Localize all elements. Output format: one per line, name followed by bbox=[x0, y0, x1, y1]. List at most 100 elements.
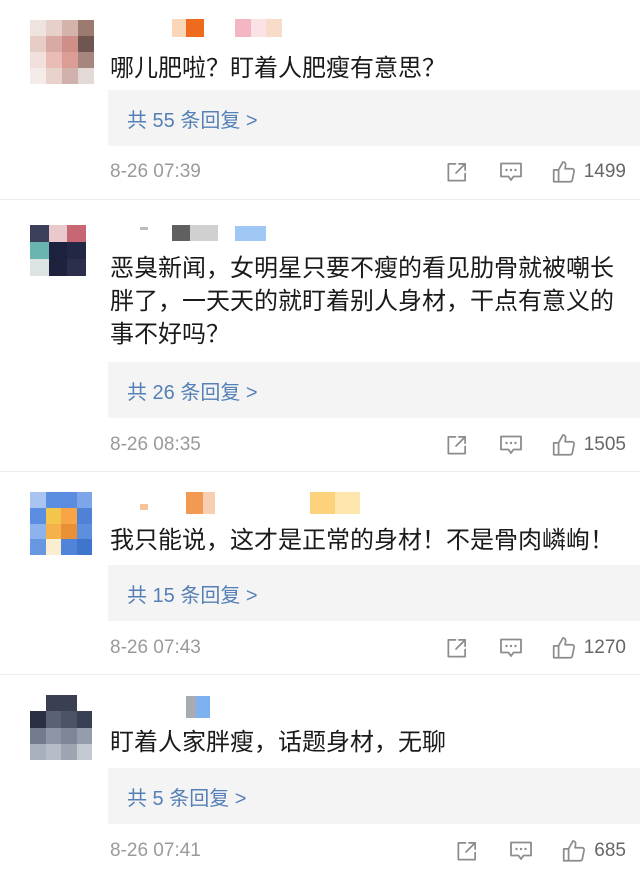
avatar-mosaic-cell bbox=[46, 20, 62, 36]
avatar-mosaic-cell bbox=[76, 539, 92, 555]
like-count: 1499 bbox=[583, 161, 626, 182]
avatar-mosaic-cell bbox=[30, 68, 46, 84]
like-count: 1505 bbox=[583, 434, 626, 455]
avatar-mosaic-cell bbox=[67, 225, 86, 242]
comment-footer: 8-26 07:39 1499 bbox=[110, 158, 626, 186]
comment-icon[interactable] bbox=[509, 840, 533, 862]
avatar[interactable] bbox=[30, 492, 92, 555]
avatar-mosaic-cell bbox=[30, 225, 49, 242]
avatar-mosaic-cell bbox=[76, 492, 92, 508]
share-icon[interactable] bbox=[455, 840, 478, 863]
avatar-mosaic-cell bbox=[30, 727, 46, 744]
avatar-mosaic-cell bbox=[67, 259, 86, 276]
comment-text: 盯着人家胖瘦，话题身材，无聊 bbox=[110, 729, 446, 756]
avatar-mosaic-cell bbox=[78, 68, 94, 84]
avatar-mosaic-cell bbox=[62, 36, 78, 52]
comment-icon[interactable] bbox=[499, 161, 523, 183]
view-replies-button[interactable]: 共 55 条回复 > bbox=[108, 90, 640, 146]
avatar-mosaic-cell bbox=[45, 695, 61, 712]
avatar-mosaic-cell bbox=[61, 711, 77, 728]
thumbs-up-icon[interactable] bbox=[561, 838, 587, 864]
view-replies-button[interactable]: 共 26 条回复 > bbox=[108, 362, 640, 418]
avatar-mosaic-cell bbox=[30, 523, 46, 540]
share-icon[interactable] bbox=[445, 161, 468, 184]
avatar-mosaic-cell bbox=[61, 727, 77, 744]
comment-footer: 8-26 08:35 1505 bbox=[110, 431, 626, 459]
avatar-mosaic-cell bbox=[76, 743, 92, 760]
avatar-mosaic-cell bbox=[76, 507, 92, 524]
timestamp: 8-26 08:35 bbox=[110, 434, 201, 455]
thumbs-up-icon[interactable] bbox=[551, 432, 577, 458]
avatar-mosaic-cell bbox=[30, 695, 46, 712]
view-replies-button[interactable]: 共 15 条回复 > bbox=[108, 565, 640, 621]
avatar-mosaic-cell bbox=[78, 20, 94, 36]
replies-label: 共 26 条回复 > bbox=[127, 381, 258, 404]
comment-actions: 1270 bbox=[445, 635, 626, 661]
comment-footer: 8-26 07:43 1270 bbox=[110, 634, 626, 662]
avatar-mosaic-cell bbox=[30, 539, 46, 555]
avatar-mosaic-cell bbox=[30, 711, 46, 728]
avatar-mosaic-cell bbox=[62, 20, 78, 36]
avatar-mosaic-cell bbox=[76, 727, 92, 744]
comment-text: 我只能说，这才是正常的身材！不是骨肉嶙峋！ bbox=[110, 527, 614, 554]
replies-label: 共 15 条回复 > bbox=[127, 584, 258, 607]
avatar-mosaic-cell bbox=[30, 242, 49, 259]
avatar-mosaic-cell bbox=[62, 68, 78, 84]
avatar-mosaic-cell bbox=[48, 259, 68, 276]
like-count: 685 bbox=[594, 840, 626, 861]
avatar[interactable] bbox=[30, 695, 92, 760]
comment-item: 哪儿肥啦？盯着人肥瘦有意思？ 共 55 条回复 > 8-26 07:39 149… bbox=[0, 0, 640, 200]
avatar-mosaic-cell bbox=[30, 492, 46, 508]
avatar-mosaic-cell bbox=[46, 52, 62, 68]
like-count: 1270 bbox=[583, 637, 626, 658]
comment-item: 我只能说，这才是正常的身材！不是骨肉嶙峋！ 共 15 条回复 > 8-26 07… bbox=[0, 472, 640, 675]
avatar-mosaic-cell bbox=[61, 695, 77, 712]
avatar-mosaic-cell bbox=[78, 36, 94, 52]
avatar-mosaic-cell bbox=[30, 259, 49, 276]
comment-footer: 8-26 07:41 685 bbox=[110, 837, 626, 865]
replies-label: 共 55 条回复 > bbox=[127, 109, 258, 132]
avatar-mosaic-cell bbox=[61, 507, 77, 524]
avatar-mosaic-cell bbox=[46, 68, 62, 84]
comment-text: 恶臭新闻，女明星只要不瘦的看见肋骨就被嘲长胖了，一天天的就盯着别人身材，干点有意… bbox=[110, 255, 614, 348]
avatar-mosaic-cell bbox=[45, 492, 61, 508]
avatar-mosaic-cell bbox=[78, 52, 94, 68]
comment-text: 哪儿肥啦？盯着人肥瘦有意思？ bbox=[110, 55, 446, 82]
avatar-mosaic-cell bbox=[30, 20, 46, 36]
timestamp: 8-26 07:39 bbox=[110, 161, 201, 182]
avatar-mosaic-cell bbox=[30, 36, 46, 52]
thumbs-up-icon[interactable] bbox=[551, 159, 577, 185]
avatar-mosaic-cell bbox=[45, 523, 61, 540]
avatar-mosaic-cell bbox=[45, 539, 61, 555]
share-icon[interactable] bbox=[445, 637, 468, 660]
avatar-mosaic-cell bbox=[48, 242, 68, 259]
avatar[interactable] bbox=[30, 20, 94, 84]
comment-icon[interactable] bbox=[499, 434, 523, 456]
share-icon[interactable] bbox=[445, 434, 468, 457]
avatar-mosaic-cell bbox=[61, 523, 77, 540]
view-replies-button[interactable]: 共 5 条回复 > bbox=[108, 768, 640, 824]
comment-actions: 1505 bbox=[445, 432, 626, 458]
avatar-mosaic-cell bbox=[76, 711, 92, 728]
avatar-mosaic-cell bbox=[45, 507, 61, 524]
avatar-mosaic-cell bbox=[61, 492, 77, 508]
comment-actions: 685 bbox=[455, 838, 626, 864]
avatar-mosaic-cell bbox=[30, 52, 46, 68]
comment-icon[interactable] bbox=[499, 637, 523, 659]
avatar-mosaic-cell bbox=[62, 52, 78, 68]
avatar-mosaic-cell bbox=[30, 507, 46, 524]
avatar-mosaic-cell bbox=[45, 711, 61, 728]
avatar-mosaic-cell bbox=[48, 225, 68, 242]
avatar[interactable] bbox=[30, 225, 86, 276]
comment-actions: 1499 bbox=[445, 159, 626, 185]
timestamp: 8-26 07:43 bbox=[110, 637, 201, 658]
comment-item: 恶臭新闻，女明星只要不瘦的看见肋骨就被嘲长胖了，一天天的就盯着别人身材，干点有意… bbox=[0, 200, 640, 472]
avatar-mosaic-cell bbox=[61, 539, 77, 555]
thumbs-up-icon[interactable] bbox=[551, 635, 577, 661]
avatar-mosaic-cell bbox=[67, 242, 86, 259]
timestamp: 8-26 07:41 bbox=[110, 840, 201, 861]
avatar-mosaic-cell bbox=[30, 743, 46, 760]
avatar-mosaic-cell bbox=[45, 727, 61, 744]
comment-item: 盯着人家胖瘦，话题身材，无聊 共 5 条回复 > 8-26 07:41 685 bbox=[0, 675, 640, 877]
replies-label: 共 5 条回复 > bbox=[127, 787, 247, 810]
